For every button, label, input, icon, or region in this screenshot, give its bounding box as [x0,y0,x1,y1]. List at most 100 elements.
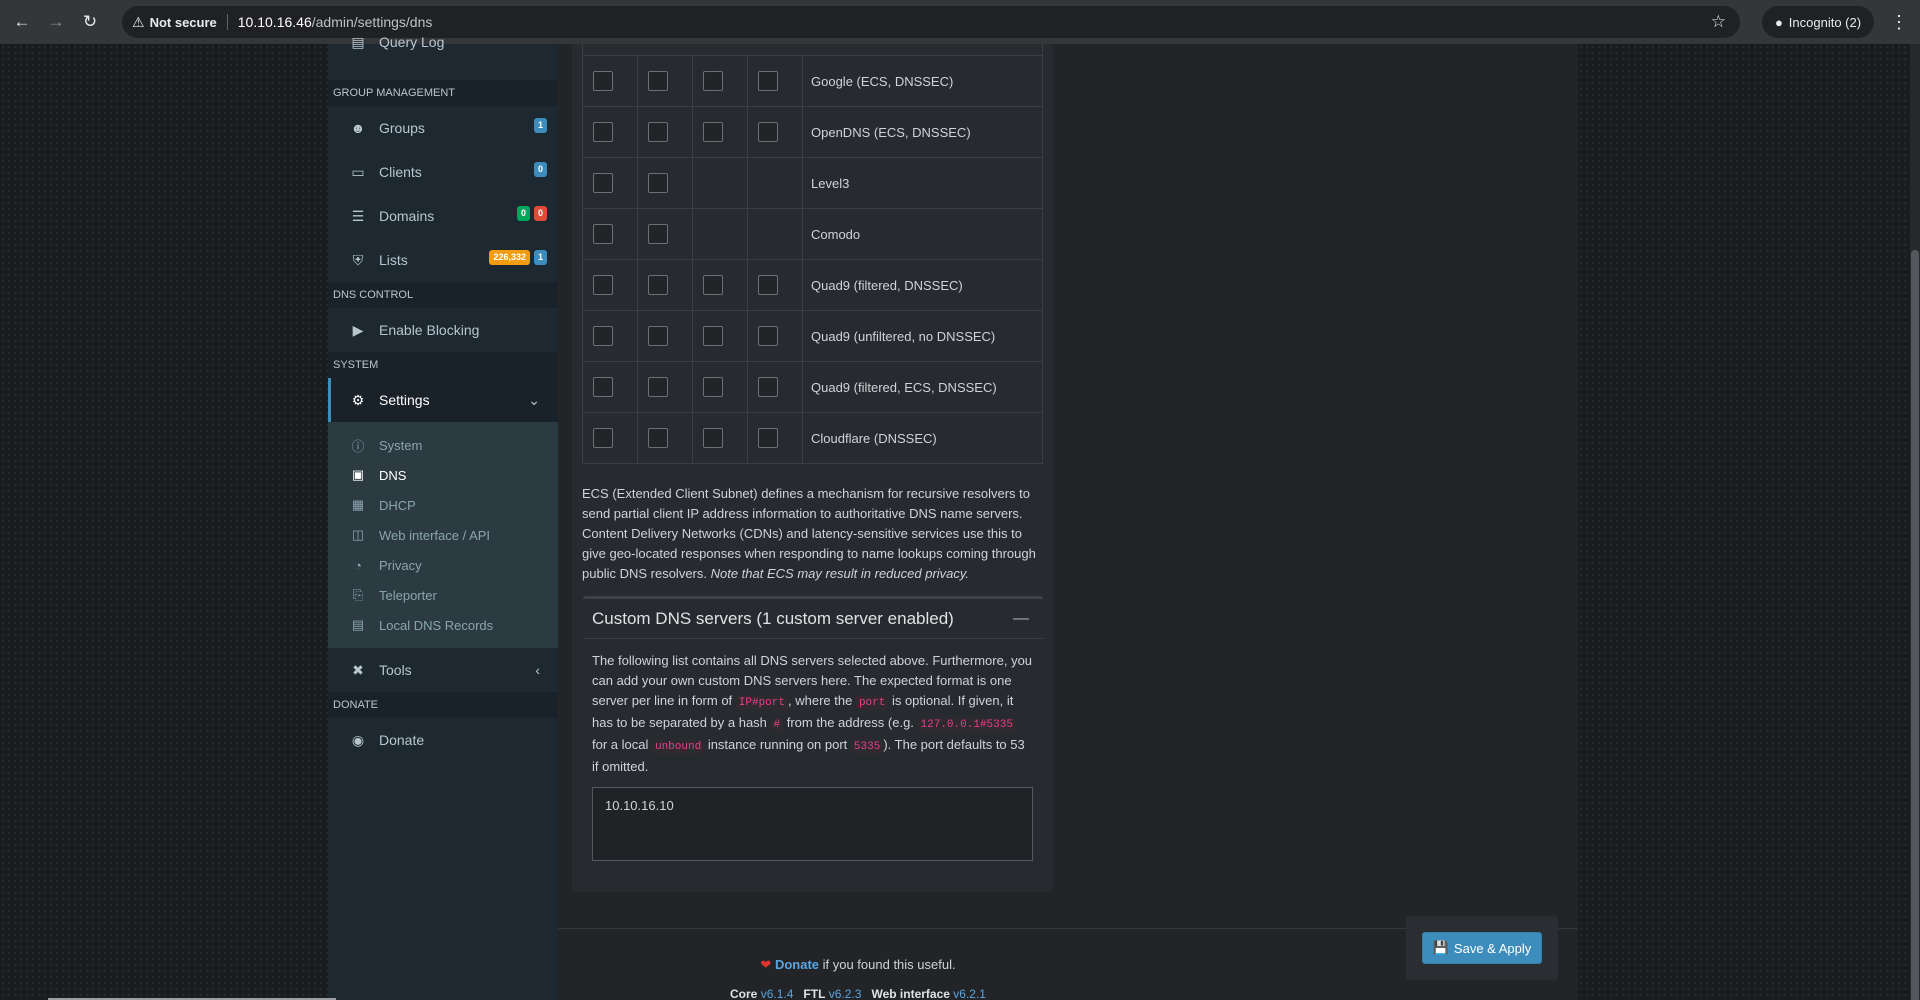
book-icon: ▣ [351,467,365,482]
dns-checkbox[interactable] [703,122,723,142]
sitemap-icon: ▦ [351,497,365,512]
dns-checkbox[interactable] [593,173,613,193]
custom-dns-body: The following list contains all DNS serv… [583,639,1043,867]
scrollbar-thumb[interactable] [1911,250,1919,1000]
submenu-item-local-dns[interactable]: ▤ Local DNS Records [328,610,558,640]
dns-checkbox[interactable] [593,122,613,142]
sidebar-item-groups[interactable]: ☻ Groups 1 [328,106,558,150]
save-panel: 💾 Save & Apply [1406,916,1558,980]
submenu-item-system[interactable]: ⓘ System [328,430,558,460]
submenu-label: System [379,437,423,453]
dns-checkbox[interactable] [758,275,778,295]
dns-checkbox[interactable] [758,377,778,397]
sidebar-item-lists[interactable]: ⛨ Lists 226,332 1 [328,238,558,282]
dns-checkbox[interactable] [648,326,668,346]
url-text[interactable]: 10.10.16.46/admin/settings/dns [238,14,433,30]
sidebar-header-system: SYSTEM [328,352,558,378]
dns-checkbox[interactable] [648,122,668,142]
submenu-item-privacy[interactable]: ◔ Privacy [328,550,558,580]
shield-icon: ⛨ [352,251,364,268]
dns-checkbox[interactable] [593,377,613,397]
dns-checkbox[interactable] [758,122,778,142]
minus-icon[interactable]: — [1013,610,1029,628]
dns-checkbox[interactable] [703,326,723,346]
sidebar-item-query-log[interactable]: ▤ Query Log [328,34,558,54]
sidebar-item-enable-blocking[interactable]: ▶ Enable Blocking [328,308,558,352]
dns-checkbox[interactable] [593,428,613,448]
table-top [582,44,1043,55]
custom-dns-help: The following list contains all DNS serv… [592,653,1033,774]
checkbox-cell [747,259,803,311]
checkbox-cell [747,412,803,464]
dns-server-name: Comodo [802,208,1043,260]
sidebar-item-label: Groups [379,120,425,136]
submenu-item-teleporter[interactable]: ⎘ Teleporter [328,580,558,610]
checkbox-cell [582,259,638,311]
domains-deny-badge: 0 [533,206,547,221]
dns-checkbox[interactable] [593,224,613,244]
custom-dns-header[interactable]: Custom DNS servers (1 custom server enab… [583,599,1043,639]
dns-checkbox[interactable] [648,173,668,193]
dns-checkbox[interactable] [648,428,668,448]
sidebar-item-label: Tools [379,662,412,678]
forward-icon[interactable]: → [44,10,68,34]
save-apply-label: Save & Apply [1453,940,1532,956]
lists-count-badge: 1 [533,250,547,265]
dns-checkbox[interactable] [648,71,668,91]
checkbox-cell [747,208,803,260]
checkbox-cell [637,361,693,413]
core-version-link[interactable]: v6.1.4 [761,987,794,1000]
dns-checkbox[interactable] [703,428,723,448]
custom-dns-textarea[interactable] [592,787,1033,861]
incognito-button[interactable]: ● Incognito (2) [1762,6,1874,38]
code-unbound: unbound [651,740,705,754]
submenu-item-dns[interactable]: ▣ DNS [328,460,558,490]
browser-toolbar: ← → ↻ ⚠ Not secure 10.10.16.46/admin/set… [0,0,1920,44]
ecs-note: Note that ECS may result in reduced priv… [710,566,970,581]
sidebar-item-settings[interactable]: ⚙ Settings ⌄ [328,378,558,422]
checkbox-cell [637,310,693,362]
dns-server-row: Level3 [582,157,1043,209]
dns-checkbox[interactable] [593,326,613,346]
reload-icon[interactable]: ↻ [78,10,102,34]
dns-checkbox[interactable] [593,71,613,91]
separator [226,14,228,30]
dns-checkbox[interactable] [703,275,723,295]
dns-checkbox[interactable] [648,275,668,295]
sidebar-item-domains[interactable]: ☰ Domains 0 0 [328,194,558,238]
dns-server-row: Cloudflare (DNSSEC) [582,412,1043,464]
sidebar-item-clients[interactable]: ▭ Clients 0 [328,150,558,194]
floppy-icon: 💾 [1432,940,1449,955]
custom-dns-title: Custom DNS servers (1 custom server enab… [592,608,954,628]
users-icon: ☻ [350,120,366,136]
dns-checkbox[interactable] [758,326,778,346]
bookmark-star-icon[interactable]: ☆ [1711,12,1726,32]
dns-checkbox[interactable] [593,275,613,295]
footer-donate-link[interactable]: Donate [775,957,819,972]
save-apply-button[interactable]: 💾 Save & Apply [1422,932,1542,964]
submenu-label: DHCP [379,497,416,513]
incognito-label: Incognito (2) [1788,14,1862,30]
scrollbar[interactable] [1910,44,1920,1000]
back-icon[interactable]: ← [10,10,34,34]
binoculars-icon: ◔ [354,557,362,573]
web-version-link[interactable]: v6.2.1 [953,987,986,1000]
browser-menu-icon[interactable]: ⋮ [1890,12,1908,33]
not-secure-label[interactable]: Not secure [150,15,217,30]
dns-checkbox[interactable] [648,224,668,244]
dns-server-row: Quad9 (unfiltered, no DNSSEC) [582,310,1043,362]
code-hash: # [770,718,784,732]
ftl-version-link[interactable]: v6.2.3 [829,987,862,1000]
dns-checkbox[interactable] [703,377,723,397]
dns-checkbox[interactable] [703,71,723,91]
submenu-item-web-interface[interactable]: ◫ Web interface / API [328,520,558,550]
checkbox-cell [747,106,803,158]
dns-checkbox[interactable] [648,377,668,397]
file-export-icon: ⎘ [352,587,364,602]
groups-count-badge: 1 [533,118,547,133]
sidebar-item-donate[interactable]: ◉ Donate [328,718,558,762]
dns-checkbox[interactable] [758,71,778,91]
submenu-item-dhcp[interactable]: ▦ DHCP [328,490,558,520]
sidebar-item-tools[interactable]: ✖ Tools ‹ [328,648,558,692]
dns-checkbox[interactable] [758,428,778,448]
